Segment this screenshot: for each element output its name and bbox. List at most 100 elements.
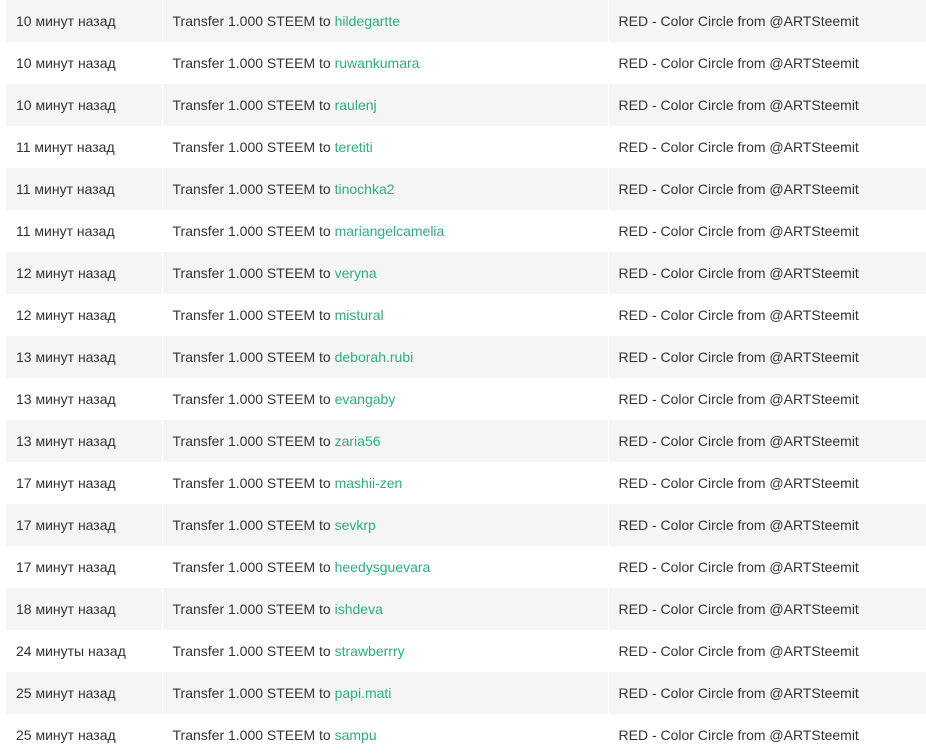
memo-cell: RED - Color Circle from @ARTSteemit: [608, 462, 926, 504]
table-row: 17 минут назад Transfer 1.000 STEEM to ma…: [6, 462, 926, 504]
recipient-user-link[interactable]: veryna: [335, 265, 377, 281]
operation-cell: Transfer 1.000 STEEM to sampu: [162, 714, 609, 756]
operation-text: Transfer 1.000 STEEM to: [172, 139, 331, 155]
recipient-user-link[interactable]: zaria56: [335, 433, 381, 449]
operation-text: Transfer 1.000 STEEM to: [172, 55, 331, 71]
recipient-user-link[interactable]: tinochka2: [335, 181, 395, 197]
table-row: 17 минут назад Transfer 1.000 STEEM to he…: [6, 546, 926, 588]
operation-text: Transfer 1.000 STEEM to: [172, 685, 331, 701]
operation-cell: Transfer 1.000 STEEM to sevkrp: [162, 504, 609, 546]
table-row: 12 минут назад Transfer 1.000 STEEM to mi…: [6, 294, 926, 336]
table-row: 10 минут назад Transfer 1.000 STEEM to hi…: [6, 0, 926, 42]
recipient-user-link[interactable]: ruwankumara: [335, 55, 420, 71]
table-row: 17 минут назад Transfer 1.000 STEEM to se…: [6, 504, 926, 546]
memo-cell: RED - Color Circle from @ARTSteemit: [608, 588, 926, 630]
memo-cell: RED - Color Circle from @ARTSteemit: [608, 84, 926, 126]
table-row: 13 минут назад Transfer 1.000 STEEM to za…: [6, 420, 926, 462]
timestamp-cell: 10 минут назад: [6, 42, 163, 84]
timestamp-cell: 11 минут назад: [6, 126, 163, 168]
table-row: 10 минут назад Transfer 1.000 STEEM to ra…: [6, 84, 926, 126]
table-row: 25 минут назад Transfer 1.000 STEEM to pa…: [6, 672, 926, 714]
recipient-user-link[interactable]: deborah.rubi: [335, 349, 414, 365]
memo-cell: RED - Color Circle from @ARTSteemit: [608, 126, 926, 168]
recipient-user-link[interactable]: sevkrp: [335, 517, 376, 533]
timestamp-cell: 24 минуты назад: [6, 630, 163, 672]
operation-text: Transfer 1.000 STEEM to: [172, 559, 331, 575]
timestamp-cell: 13 минут назад: [6, 420, 163, 462]
recipient-user-link[interactable]: hildegartte: [335, 13, 400, 29]
operation-cell: Transfer 1.000 STEEM to veryna: [162, 252, 609, 294]
timestamp-cell: 11 минут назад: [6, 168, 163, 210]
operation-text: Transfer 1.000 STEEM to: [172, 349, 331, 365]
memo-cell: RED - Color Circle from @ARTSteemit: [608, 672, 926, 714]
table-row: 10 минут назад Transfer 1.000 STEEM to ru…: [6, 42, 926, 84]
operation-cell: Transfer 1.000 STEEM to evangaby: [162, 378, 609, 420]
table-row: 24 минуты назад Transfer 1.000 STEEM to s…: [6, 630, 926, 672]
memo-cell: RED - Color Circle from @ARTSteemit: [608, 336, 926, 378]
recipient-user-link[interactable]: teretiti: [335, 139, 373, 155]
table-row: 25 минут назад Transfer 1.000 STEEM to sa…: [6, 714, 926, 756]
timestamp-cell: 13 минут назад: [6, 378, 163, 420]
operation-cell: Transfer 1.000 STEEM to hildegartte: [162, 0, 609, 42]
operation-cell: Transfer 1.000 STEEM to tinochka2: [162, 168, 609, 210]
recipient-user-link[interactable]: strawberrry: [335, 643, 405, 659]
timestamp-cell: 25 минут назад: [6, 672, 163, 714]
operation-cell: Transfer 1.000 STEEM to ishdeva: [162, 588, 609, 630]
operation-cell: Transfer 1.000 STEEM to mashii-zen: [162, 462, 609, 504]
operation-text: Transfer 1.000 STEEM to: [172, 475, 331, 491]
recipient-user-link[interactable]: ishdeva: [335, 601, 383, 617]
memo-cell: RED - Color Circle from @ARTSteemit: [608, 294, 926, 336]
operation-text: Transfer 1.000 STEEM to: [172, 391, 331, 407]
memo-cell: RED - Color Circle from @ARTSteemit: [608, 714, 926, 756]
recipient-user-link[interactable]: heedysguevara: [335, 559, 431, 575]
memo-cell: RED - Color Circle from @ARTSteemit: [608, 42, 926, 84]
timestamp-cell: 17 минут назад: [6, 546, 163, 588]
operation-text: Transfer 1.000 STEEM to: [172, 13, 331, 29]
table-row: 18 минут назад Transfer 1.000 STEEM to is…: [6, 588, 926, 630]
recipient-user-link[interactable]: evangaby: [335, 391, 396, 407]
memo-cell: RED - Color Circle from @ARTSteemit: [608, 252, 926, 294]
operation-text: Transfer 1.000 STEEM to: [172, 601, 331, 617]
table-row: 11 минут назад Transfer 1.000 STEEM to te…: [6, 126, 926, 168]
table-row: 11 минут назад Transfer 1.000 STEEM to ma…: [6, 210, 926, 252]
recipient-user-link[interactable]: raulenj: [335, 97, 377, 113]
timestamp-cell: 13 минут назад: [6, 336, 163, 378]
timestamp-cell: 10 минут назад: [6, 84, 163, 126]
timestamp-cell: 17 минут назад: [6, 504, 163, 546]
operation-text: Transfer 1.000 STEEM to: [172, 97, 331, 113]
operation-text: Transfer 1.000 STEEM to: [172, 223, 331, 239]
memo-cell: RED - Color Circle from @ARTSteemit: [608, 378, 926, 420]
transfer-history-table: 10 минут назад Transfer 1.000 STEEM to hi…: [6, 0, 926, 756]
recipient-user-link[interactable]: mashii-zen: [335, 475, 403, 491]
operation-cell: Transfer 1.000 STEEM to mariangelcamelia: [162, 210, 609, 252]
recipient-user-link[interactable]: mariangelcamelia: [335, 223, 445, 239]
timestamp-cell: 18 минут назад: [6, 588, 163, 630]
timestamp-cell: 10 минут назад: [6, 0, 163, 42]
table-row: 12 минут назад Transfer 1.000 STEEM to ve…: [6, 252, 926, 294]
operation-cell: Transfer 1.000 STEEM to deborah.rubi: [162, 336, 609, 378]
recipient-user-link[interactable]: sampu: [335, 727, 377, 743]
table-row: 13 минут назад Transfer 1.000 STEEM to de…: [6, 336, 926, 378]
operation-cell: Transfer 1.000 STEEM to heedysguevara: [162, 546, 609, 588]
recipient-user-link[interactable]: papi.mati: [335, 685, 392, 701]
operation-cell: Transfer 1.000 STEEM to zaria56: [162, 420, 609, 462]
memo-cell: RED - Color Circle from @ARTSteemit: [608, 168, 926, 210]
operation-cell: Transfer 1.000 STEEM to mistural: [162, 294, 609, 336]
memo-cell: RED - Color Circle from @ARTSteemit: [608, 0, 926, 42]
timestamp-cell: 25 минут назад: [6, 714, 163, 756]
operation-cell: Transfer 1.000 STEEM to raulenj: [162, 84, 609, 126]
recipient-user-link[interactable]: mistural: [335, 307, 384, 323]
operation-text: Transfer 1.000 STEEM to: [172, 307, 331, 323]
table-row: 13 минут назад Transfer 1.000 STEEM to ev…: [6, 378, 926, 420]
timestamp-cell: 12 минут назад: [6, 294, 163, 336]
operation-cell: Transfer 1.000 STEEM to teretiti: [162, 126, 609, 168]
memo-cell: RED - Color Circle from @ARTSteemit: [608, 630, 926, 672]
memo-cell: RED - Color Circle from @ARTSteemit: [608, 546, 926, 588]
operation-text: Transfer 1.000 STEEM to: [172, 181, 331, 197]
operation-text: Transfer 1.000 STEEM to: [172, 517, 331, 533]
timestamp-cell: 17 минут назад: [6, 462, 163, 504]
operation-cell: Transfer 1.000 STEEM to strawberrry: [162, 630, 609, 672]
table-row: 11 минут назад Transfer 1.000 STEEM to ti…: [6, 168, 926, 210]
operation-text: Transfer 1.000 STEEM to: [172, 265, 331, 281]
memo-cell: RED - Color Circle from @ARTSteemit: [608, 420, 926, 462]
